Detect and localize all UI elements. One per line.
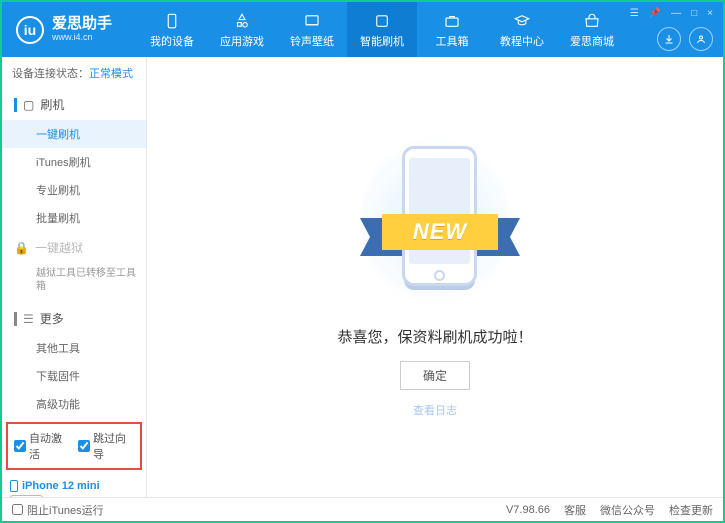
download-button[interactable] (657, 27, 681, 51)
skip-guide-checkbox[interactable]: 跳过向导 (78, 430, 134, 462)
minimize-button[interactable]: — (671, 8, 681, 19)
brand: iu 爱思助手 www.i4.cn (2, 16, 137, 44)
sidebar-item-download-firmware[interactable]: 下载固件 (2, 362, 146, 390)
sidebar-item-advanced[interactable]: 高级功能 (2, 390, 146, 418)
main-panel: NEW 恭喜您，保资料刷机成功啦！ 确定 查看日志 (147, 57, 723, 497)
options-row: 自动激活 跳过向导 (6, 422, 142, 470)
new-ribbon: NEW (382, 214, 498, 250)
sidebar-group-more[interactable]: ☰更多 (2, 303, 146, 334)
version-label: V7.98.66 (506, 504, 550, 516)
nav-flash[interactable]: 智能刷机 (347, 2, 417, 57)
flash-icon: ▢ (23, 98, 34, 112)
check-update-link[interactable]: 检查更新 (669, 502, 713, 518)
wechat-link[interactable]: 微信公众号 (600, 502, 655, 518)
brand-title: 爱思助手 (52, 16, 112, 33)
sidebar-group-jailbreak: 🔒一键越狱 (2, 232, 146, 263)
brand-url: www.i4.cn (52, 33, 112, 43)
device-name: iPhone 12 mini (22, 480, 100, 492)
nav-ringtones[interactable]: 铃声壁纸 (277, 2, 347, 57)
view-log-link[interactable]: 查看日志 (413, 402, 457, 418)
connection-status: 设备连接状态：正常模式 (2, 57, 146, 89)
sidebar-item-itunes-flash[interactable]: iTunes刷机 (2, 148, 146, 176)
graduation-icon (512, 11, 532, 31)
top-nav: 我的设备 应用游戏 铃声壁纸 智能刷机 工具箱 教程中心 爱思商城 (137, 2, 630, 57)
sidebar: 设备连接状态：正常模式 ▢刷机 一键刷机 iTunes刷机 专业刷机 批量刷机 … (2, 57, 147, 497)
nav-store[interactable]: 爱思商城 (557, 2, 627, 57)
device-capacity: 64GB (10, 495, 43, 497)
device-panel[interactable]: iPhone 12 mini 64GB Down-12mini-13,1 (2, 474, 146, 497)
nav-my-device[interactable]: 我的设备 (137, 2, 207, 57)
phone-icon (162, 11, 182, 31)
nav-toolbox[interactable]: 工具箱 (417, 2, 487, 57)
maximize-button[interactable]: □ (691, 8, 697, 19)
ok-button[interactable]: 确定 (400, 361, 470, 390)
success-illustration: NEW (360, 136, 510, 306)
nav-tutorials[interactable]: 教程中心 (487, 2, 557, 57)
store-icon (582, 11, 602, 31)
user-button[interactable] (689, 27, 713, 51)
support-link[interactable]: 客服 (564, 502, 586, 518)
sidebar-item-batch-flash[interactable]: 批量刷机 (2, 204, 146, 232)
device-phone-icon (10, 480, 18, 492)
pin-icon[interactable]: 📌 (649, 8, 661, 19)
toolbox-icon (442, 11, 462, 31)
auto-activate-checkbox[interactable]: 自动激活 (14, 430, 70, 462)
apps-icon (232, 11, 252, 31)
refresh-icon (372, 11, 392, 31)
wallpaper-icon (302, 11, 322, 31)
title-bar: iu 爱思助手 www.i4.cn 我的设备 应用游戏 铃声壁纸 智能刷机 工具… (2, 2, 723, 57)
window-controls: ☰ 📌 — □ × (630, 8, 723, 51)
menu-icon: ☰ (23, 312, 34, 326)
jailbreak-note: 越狱工具已转移至工具箱 (2, 263, 146, 297)
close-button[interactable]: × (707, 8, 713, 19)
menu-icon[interactable]: ☰ (630, 8, 639, 19)
success-message: 恭喜您，保资料刷机成功啦！ (337, 326, 532, 347)
sidebar-group-flash[interactable]: ▢刷机 (2, 89, 146, 120)
sidebar-item-pro-flash[interactable]: 专业刷机 (2, 176, 146, 204)
sidebar-item-oneclick-flash[interactable]: 一键刷机 (2, 120, 146, 148)
brand-logo-icon: iu (16, 16, 44, 44)
sidebar-item-other-tools[interactable]: 其他工具 (2, 334, 146, 362)
status-bar: 阻止iTunes运行 V7.98.66 客服 微信公众号 检查更新 (2, 497, 723, 521)
lock-icon: 🔒 (14, 241, 29, 255)
block-itunes-checkbox[interactable]: 阻止iTunes运行 (12, 502, 104, 518)
nav-apps[interactable]: 应用游戏 (207, 2, 277, 57)
